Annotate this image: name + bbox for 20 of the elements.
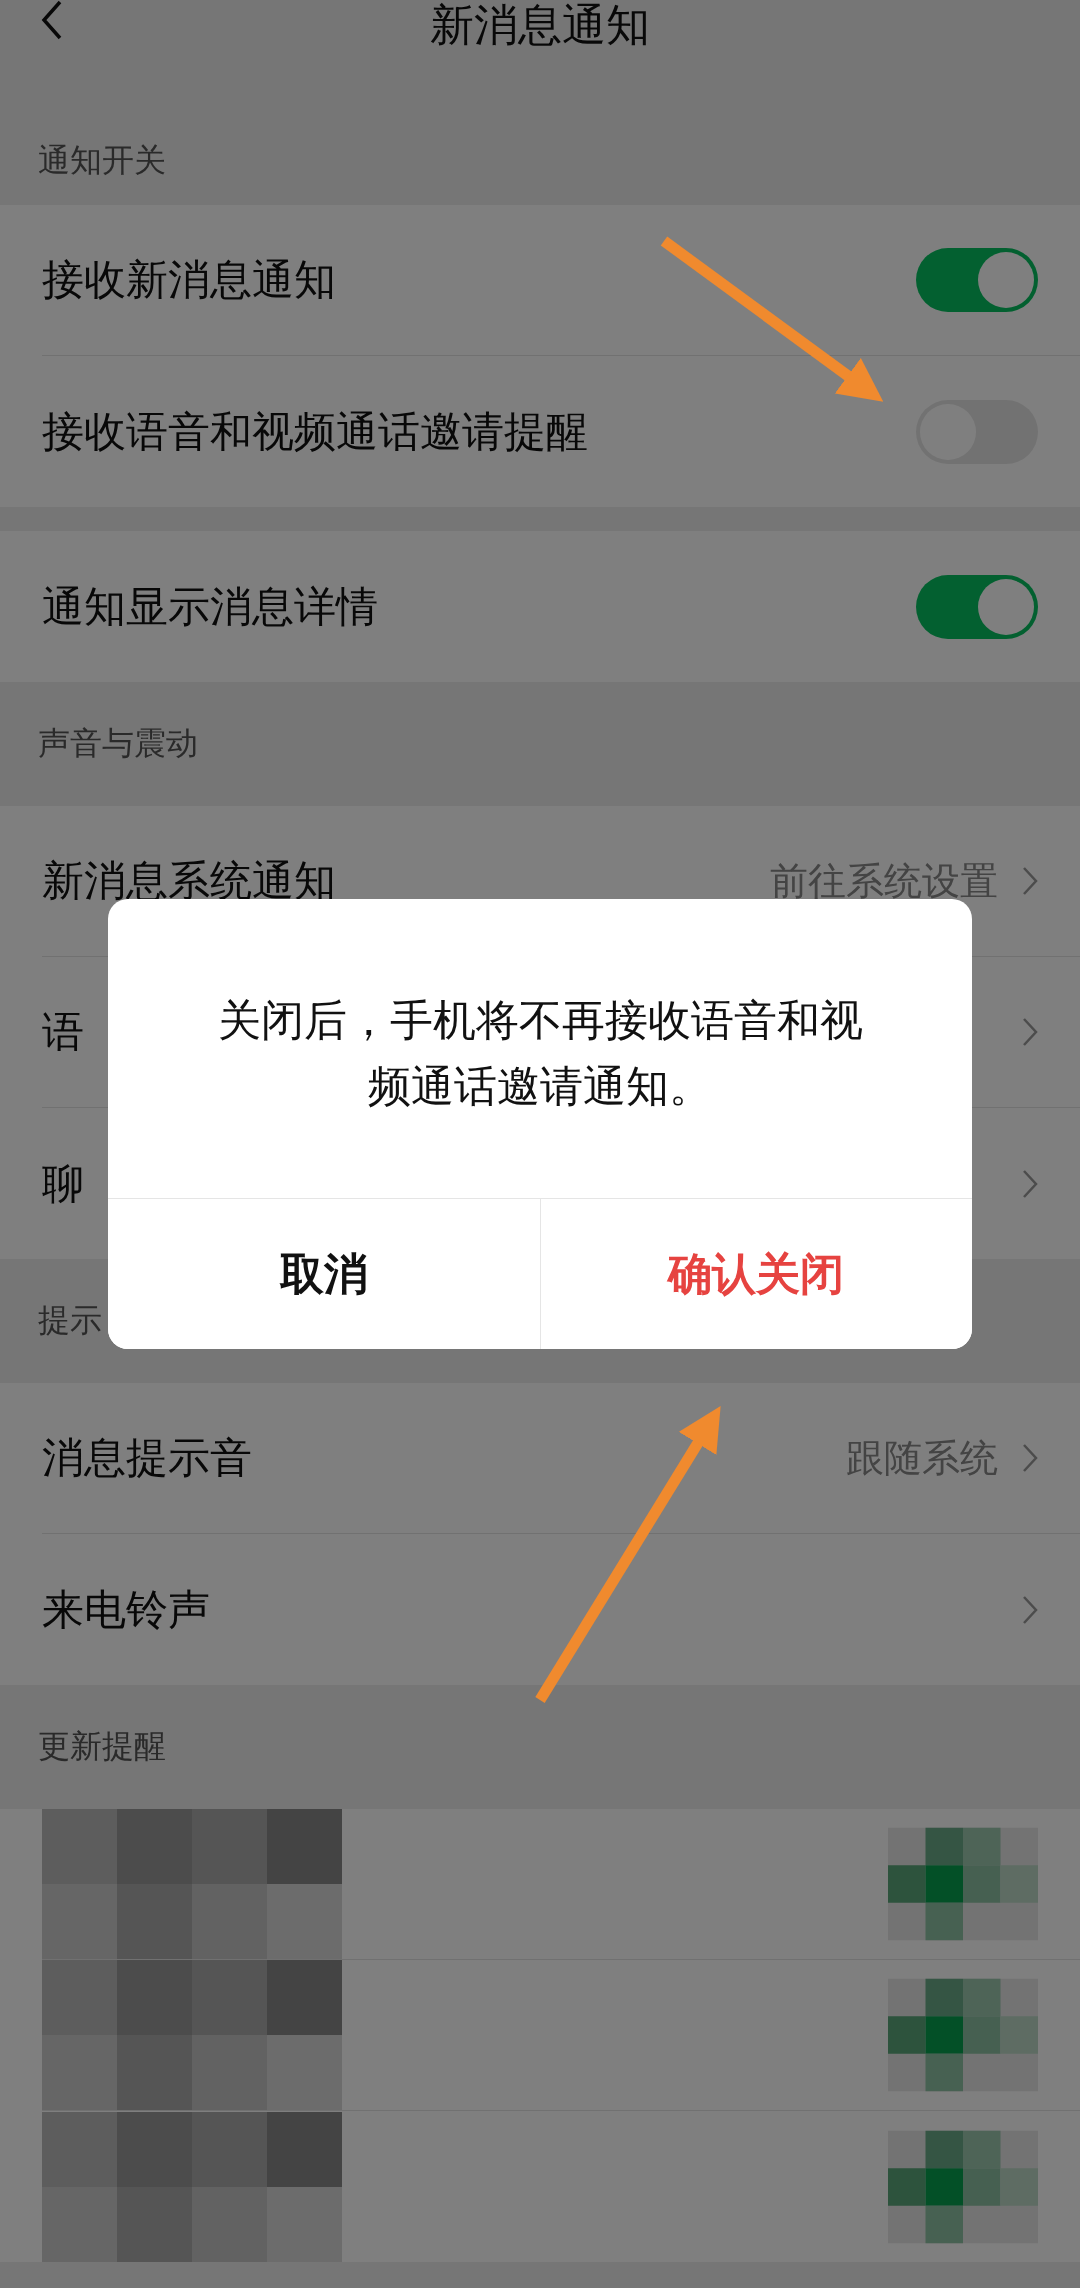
setting-label[interactable]: 聊 bbox=[42, 1155, 84, 1212]
setting-label: 通知显示消息详情 bbox=[42, 580, 378, 633]
chevron-icon bbox=[1022, 1443, 1038, 1473]
back-icon[interactable] bbox=[40, 0, 64, 40]
confirm-button[interactable]: 确认关闭 bbox=[539, 1199, 972, 1349]
page-title: 新消息通知 bbox=[430, 0, 650, 50]
section-header: 通知开关 bbox=[38, 140, 166, 181]
setting-label: 接收新消息通知 bbox=[42, 254, 336, 306]
section-header: 声音与震动 bbox=[38, 723, 198, 764]
setting-label[interactable]: 语 bbox=[42, 1004, 84, 1060]
section-header: 更新提醒 bbox=[38, 1726, 166, 1767]
chevron-icon bbox=[1022, 1594, 1038, 1625]
chevron-icon bbox=[1022, 1017, 1038, 1047]
chevron-icon bbox=[1022, 1168, 1038, 1199]
setting-value: 跟随系统 bbox=[846, 1434, 998, 1482]
setting-label[interactable]: 来电铃声 bbox=[42, 1581, 210, 1638]
chevron-icon bbox=[1022, 866, 1038, 896]
setting-label: 接收语音和视频通话邀请提醒 bbox=[42, 405, 588, 458]
section-header: 提示 bbox=[38, 1300, 102, 1341]
setting-label[interactable]: 消息提示音 bbox=[42, 1430, 252, 1486]
